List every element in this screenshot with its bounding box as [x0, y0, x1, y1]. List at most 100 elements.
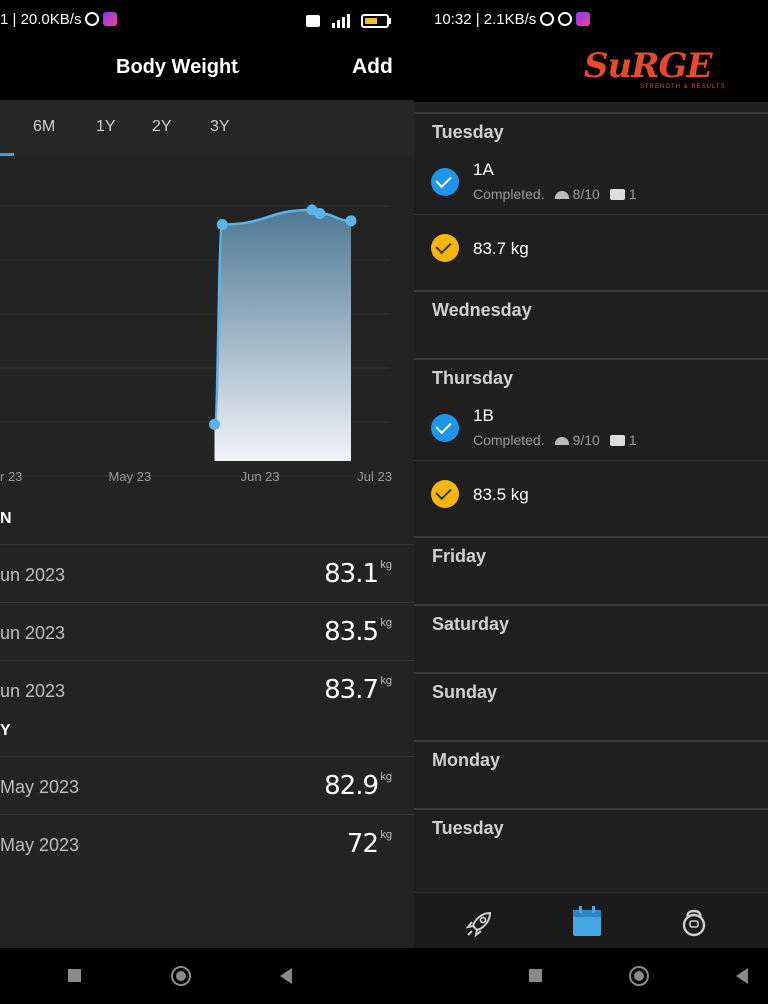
day-section: Tuesday 1A Completed. 8/10 1 83.7 kg — [414, 112, 768, 290]
day-section: Tuesday — [414, 808, 768, 876]
x-tick-label: May 23 — [109, 469, 152, 484]
entry-value: 83.5 — [324, 617, 379, 647]
completion-status: Completed. — [473, 186, 545, 202]
recents-button[interactable] — [529, 969, 542, 982]
data-point[interactable] — [314, 208, 326, 219]
weight-item[interactable]: 83.7 kg — [414, 214, 768, 292]
day-section: Wednesday — [414, 290, 768, 358]
data-point[interactable] — [209, 418, 220, 430]
app-notification-icon — [576, 12, 591, 26]
entry-unit: kg — [380, 617, 392, 629]
check-icon — [431, 480, 459, 508]
entry-unit: kg — [380, 829, 392, 841]
x-tick-label: r 23 — [0, 469, 22, 484]
x-tick-label: Jul 23 — [357, 469, 392, 484]
whatsapp-icon — [558, 12, 573, 26]
entry-value: 72 — [346, 829, 379, 859]
weight-entry-row[interactable]: May 2023 72 kg — [0, 814, 414, 872]
tab-1y[interactable]: 1Y — [96, 118, 116, 136]
app-header: SuRGE STRENGTH & RESULTS — [414, 40, 768, 102]
day-name: Saturday — [432, 614, 510, 634]
status-bar: 10:32 | 2.1KB/s — [414, 0, 768, 40]
entry-value: 82.9 — [324, 771, 379, 801]
chevron-down-icon[interactable]: ⌄ — [232, 62, 242, 76]
alarm-icon — [540, 12, 555, 26]
day-name: Sunday — [432, 682, 498, 702]
x-tick-label: Jun 23 — [241, 469, 280, 484]
signal-battery-icons — [306, 14, 391, 28]
rocket-icon[interactable] — [464, 909, 494, 939]
gauge-icon — [554, 437, 569, 445]
day-name: Thursday — [432, 368, 514, 388]
entry-date: un 2023 — [0, 623, 66, 643]
entry-unit: kg — [380, 675, 392, 687]
tab-2y[interactable]: 2Y — [152, 118, 172, 136]
item-subtitle: Completed. 9/10 1 — [473, 432, 637, 448]
back-button[interactable] — [736, 968, 748, 984]
home-button[interactable] — [629, 966, 649, 986]
rating-value: 9/10 — [572, 432, 600, 448]
item-title: 83.5 kg — [473, 485, 529, 504]
item-title: 83.7 kg — [473, 239, 529, 258]
home-button[interactable] — [171, 966, 191, 986]
entry-unit: kg — [380, 559, 392, 571]
month-group-header: Y — [0, 722, 11, 739]
rating-value: 8/10 — [572, 186, 600, 202]
entry-date: May 2023 — [0, 835, 80, 855]
comment-icon — [609, 189, 625, 200]
item-title: 1A — [473, 160, 494, 179]
comment-count: 1 — [628, 186, 637, 202]
screen-title-dropdown[interactable]: Body Weight — [116, 56, 238, 79]
day-section: Sunday — [414, 672, 768, 740]
body-weight-screen: 1 | 20.0KB/s Body Weight ⌄ Add 6M 1Y 2Y … — [0, 0, 414, 1004]
add-button[interactable]: Add — [352, 55, 393, 79]
back-button[interactable] — [280, 968, 292, 984]
day-name: Tuesday — [432, 818, 504, 838]
check-icon — [431, 168, 459, 196]
day-name: Friday — [432, 546, 487, 566]
day-section: Monday — [414, 740, 768, 808]
system-nav-bar — [414, 948, 768, 1004]
month-group-header: N — [0, 510, 12, 527]
system-nav-bar — [0, 948, 414, 1004]
tab-3y[interactable]: 3Y — [210, 118, 230, 136]
day-section: Friday — [414, 536, 768, 604]
entry-unit: kg — [380, 771, 392, 783]
weight-item[interactable]: 83.5 kg — [414, 460, 768, 538]
data-point[interactable] — [216, 219, 228, 230]
entry-value: 83.1 — [324, 559, 379, 589]
workout-item[interactable]: 1A Completed. 8/10 1 — [414, 158, 768, 214]
logo-subtitle: STRENGTH & RESULTS — [640, 84, 726, 90]
calendar-screen: 10:32 | 2.1KB/s SuRGE STRENGTH & RESULTS… — [414, 0, 768, 1004]
day-name: Tuesday — [432, 122, 504, 142]
weight-entry-row[interactable]: un 2023 83.7 kg — [0, 660, 414, 718]
bottom-tab-bar — [414, 892, 768, 948]
data-point[interactable] — [345, 215, 357, 227]
weight-chart: r 23 May 23 Jun 23 Jul 23 — [0, 204, 392, 484]
range-tabs: 6M 1Y 2Y 3Y — [0, 100, 414, 156]
entry-value: 83.7 — [324, 675, 379, 705]
day-name: Wednesday — [432, 300, 532, 320]
alarm-icon — [85, 12, 100, 26]
app-header: Body Weight ⌄ Add — [0, 40, 414, 100]
check-icon — [431, 414, 459, 442]
kettlebell-icon[interactable] — [680, 905, 708, 937]
entry-date: un 2023 — [0, 681, 66, 701]
tab-6m[interactable]: 6M — [33, 118, 55, 136]
status-text: 1 | 20.0KB/s — [0, 11, 118, 28]
surge-logo: SuRGE — [584, 46, 712, 86]
area-fill — [214, 209, 351, 461]
status-bar: 1 | 20.0KB/s — [0, 0, 414, 40]
weight-entry-row[interactable]: un 2023 83.5 kg — [0, 602, 414, 660]
weight-entry-row[interactable]: un 2023 83.1 kg — [0, 544, 414, 602]
recents-button[interactable] — [68, 969, 81, 982]
workout-item[interactable]: 1B Completed. 9/10 1 — [414, 404, 768, 460]
item-subtitle: Completed. 8/10 1 — [473, 186, 637, 202]
entry-date: un 2023 — [0, 565, 66, 585]
day-name: Monday — [432, 750, 501, 770]
weight-entry-row[interactable]: May 2023 82.9 kg — [0, 756, 414, 814]
check-icon — [431, 234, 459, 262]
chart-area — [213, 208, 352, 461]
completion-status: Completed. — [473, 432, 545, 448]
calendar-icon[interactable] — [572, 905, 602, 937]
